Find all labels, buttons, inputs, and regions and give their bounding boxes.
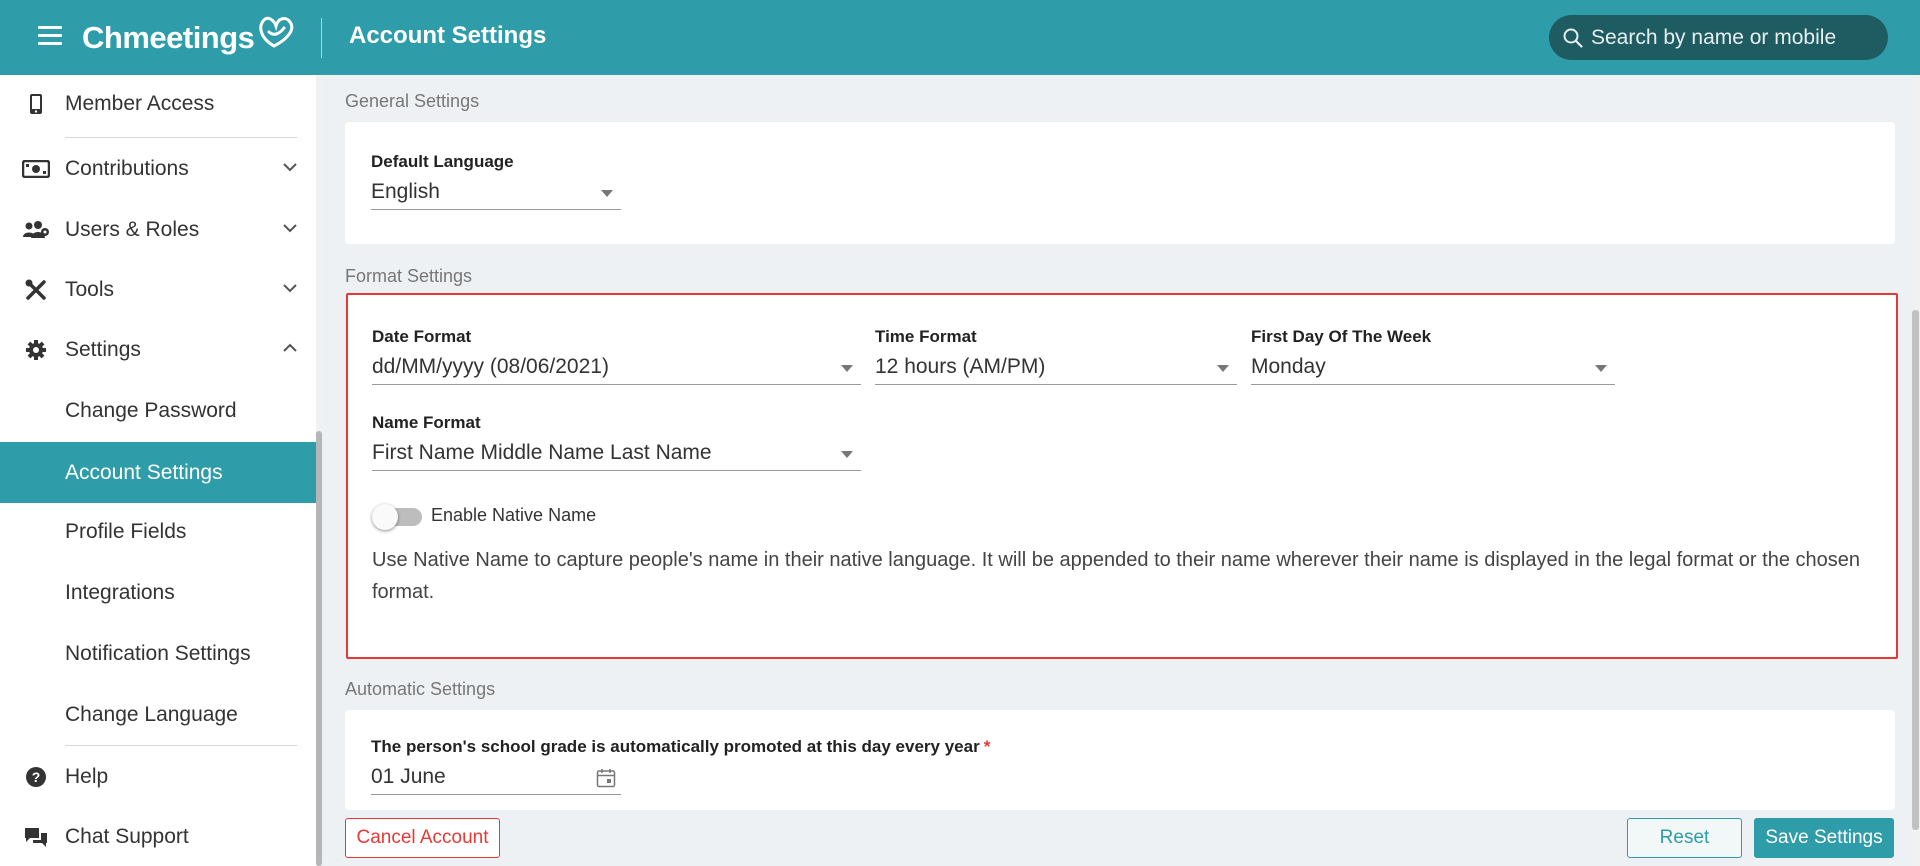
format-settings-title: Format Settings — [345, 266, 473, 286]
default-language-label: Default Language — [371, 152, 514, 171]
general-settings-card: Default Language English — [345, 122, 1895, 244]
search-icon — [1563, 28, 1583, 48]
sidebar-item-label: Contributions — [65, 157, 189, 180]
sidebar-item-settings[interactable]: Settings — [0, 321, 316, 379]
native-name-toggle[interactable] — [372, 504, 422, 530]
grade-promotion-label-text: The person's school grade is automatical… — [371, 737, 980, 756]
required-mark: * — [983, 737, 991, 756]
chat-icon — [22, 824, 50, 850]
chevron-down-icon — [283, 224, 297, 233]
first-day-select[interactable]: Monday — [1251, 351, 1615, 385]
general-settings-title: General Settings — [345, 91, 480, 111]
time-format-label: Time Format — [875, 327, 977, 346]
sidebar-item-member-access[interactable]: Member Access — [0, 75, 316, 133]
sidebar-item-integrations[interactable]: Integrations — [0, 564, 316, 622]
name-format-label: Name Format — [372, 413, 481, 432]
sidebar-item-profile-fields[interactable]: Profile Fields — [0, 503, 316, 561]
main-scrollbar[interactable] — [1911, 75, 1920, 866]
automatic-settings-card: The person's school grade is automatical… — [345, 710, 1895, 810]
sidebar-item-account-settings[interactable]: Account Settings — [0, 442, 316, 503]
select-value: English — [371, 180, 440, 203]
reset-button[interactable]: Reset — [1627, 818, 1742, 858]
users-icon — [22, 217, 50, 243]
cancel-account-button[interactable]: Cancel Account — [345, 818, 500, 858]
sidebar-item-contributions[interactable]: Contributions — [0, 140, 316, 198]
sidebar-item-users-roles[interactable]: Users & Roles — [0, 201, 316, 259]
format-settings-card: Date Format dd/MM/yyyy (08/06/2021) Time… — [346, 293, 1898, 659]
sidebar-item-label: Integrations — [65, 581, 175, 604]
first-day-label: First Day Of The Week — [1251, 327, 1432, 346]
search-input[interactable] — [1591, 25, 1871, 50]
sidebar-scrollbar[interactable] — [316, 75, 322, 866]
header-divider — [321, 18, 322, 58]
native-name-label: Enable Native Name — [431, 505, 597, 525]
caret-down-icon — [1595, 365, 1607, 372]
select-value: dd/MM/yyyy (08/06/2021) — [372, 355, 609, 378]
sidebar-item-chat-support[interactable]: Chat Support — [0, 808, 316, 866]
date-value: 01 June — [371, 765, 446, 788]
default-language-select[interactable]: English — [371, 176, 621, 210]
sidebar-item-change-language[interactable]: Change Language — [0, 686, 316, 744]
calendar-icon[interactable] — [596, 768, 616, 788]
date-format-label: Date Format — [372, 327, 472, 346]
select-value: Monday — [1251, 355, 1326, 378]
native-name-help-text: Use Native Name to capture people's name… — [372, 549, 1860, 603]
sidebar-divider — [65, 745, 297, 746]
caret-down-icon — [841, 451, 853, 458]
menu-icon[interactable] — [38, 26, 62, 46]
mobile-icon — [22, 91, 50, 117]
caret-down-icon — [841, 365, 853, 372]
logo-text: Chmeetings — [82, 20, 255, 55]
sidebar-item-label: Member Access — [65, 92, 215, 115]
save-settings-button[interactable]: Save Settings — [1754, 818, 1894, 858]
svg-text:?: ? — [32, 769, 41, 785]
sidebar-item-tools[interactable]: Tools — [0, 261, 316, 319]
sidebar-item-notification-settings[interactable]: Notification Settings — [0, 625, 316, 683]
top-bar: Chmeetings Account Settings — [0, 0, 1920, 75]
select-value: 12 hours (AM/PM) — [875, 355, 1046, 378]
sidebar-item-label: Account Settings — [65, 460, 223, 484]
sidebar-item-label: Chat Support — [65, 825, 189, 848]
grade-promotion-date-input[interactable]: 01 June — [371, 761, 621, 795]
sidebar-item-label: Change Language — [65, 703, 238, 726]
tools-icon — [22, 277, 50, 303]
sidebar-item-help[interactable]: ? Help — [0, 748, 316, 806]
automatic-settings-title: Automatic Settings — [345, 679, 496, 699]
logo-heart-icon — [259, 16, 294, 48]
sidebar-item-change-password[interactable]: Change Password — [0, 382, 316, 440]
sidebar-divider — [65, 137, 297, 138]
sidebar-item-label: Profile Fields — [65, 520, 187, 543]
sidebar-item-label: Tools — [65, 278, 115, 301]
select-value: First Name Middle Name Last Name — [372, 441, 712, 464]
time-format-select[interactable]: 12 hours (AM/PM) — [875, 351, 1237, 385]
app-logo[interactable]: Chmeetings — [82, 16, 298, 60]
caret-down-icon — [1217, 365, 1229, 372]
chevron-up-icon — [283, 343, 297, 352]
sidebar-item-label: Users & Roles — [65, 218, 200, 241]
sidebar: Member Access Contributions Users & Role… — [0, 75, 318, 866]
grade-promotion-label: The person's school grade is automatical… — [371, 737, 990, 757]
sidebar-item-label: Change Password — [65, 399, 237, 422]
caret-down-icon — [601, 190, 613, 197]
name-format-select[interactable]: First Name Middle Name Last Name — [372, 437, 861, 471]
chevron-down-icon — [283, 163, 297, 172]
money-icon — [22, 156, 50, 182]
chevron-down-icon — [283, 284, 297, 293]
date-format-select[interactable]: dd/MM/yyyy (08/06/2021) — [372, 351, 861, 385]
search-box[interactable] — [1549, 15, 1888, 60]
sidebar-item-label: Notification Settings — [65, 642, 251, 665]
page-title: Account Settings — [349, 22, 547, 49]
sidebar-item-label: Help — [65, 765, 109, 788]
gear-icon — [22, 337, 50, 363]
question-icon: ? — [22, 764, 50, 790]
sidebar-item-label: Settings — [65, 338, 141, 361]
